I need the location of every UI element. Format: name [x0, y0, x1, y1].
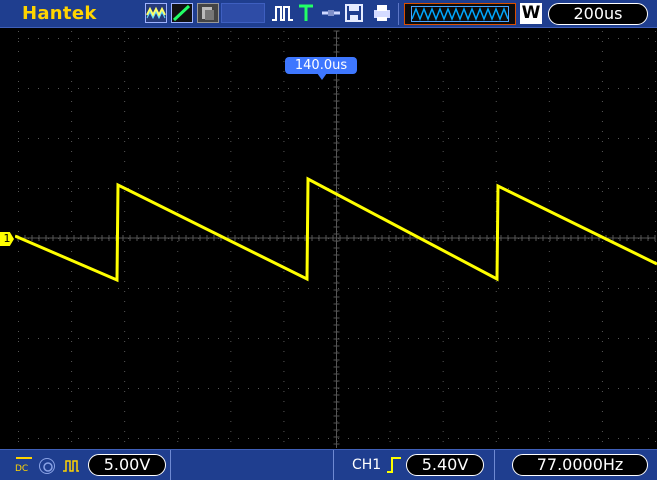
- trigger-position-marker: [317, 73, 327, 80]
- ch1-volts-div[interactable]: 5.00V: [88, 454, 166, 476]
- pulse-icon[interactable]: [270, 3, 294, 23]
- trigger-icon[interactable]: [296, 3, 316, 23]
- trigger-level-readout[interactable]: 5.40V: [406, 454, 484, 476]
- ch1-level-marker: 1: [0, 232, 14, 246]
- ch1-waveform: [15, 176, 657, 283]
- coupling-icon: DC: [15, 454, 33, 474]
- ch1-sawtooth-trace: [15, 176, 657, 283]
- timebase-readout[interactable]: 200us: [548, 3, 648, 25]
- brand-logo: Hantek: [22, 3, 97, 24]
- waveform-display[interactable]: 140.0us: [15, 28, 657, 449]
- pulse-icon[interactable]: [62, 458, 80, 474]
- print-icon[interactable]: [371, 3, 393, 23]
- trigger-position-readout: 140.0us: [285, 57, 357, 74]
- bandwidth-icon[interactable]: [39, 458, 55, 474]
- memory-window: [411, 6, 509, 22]
- frequency-readout: 77.0000Hz: [512, 454, 648, 476]
- coupling-label: DC: [15, 464, 29, 474]
- separator: [398, 3, 399, 25]
- save-icon[interactable]: [344, 3, 364, 23]
- bottom-status-bar: DC 5.00V CH1 5.40V 77.0000Hz: [0, 449, 657, 480]
- rising-edge-icon[interactable]: [386, 456, 402, 474]
- top-status-bar: Hantek W 200us: [0, 0, 657, 28]
- waveform-icon[interactable]: [145, 3, 167, 23]
- display-icon[interactable]: [197, 3, 219, 23]
- trigger-source[interactable]: CH1: [352, 457, 381, 473]
- acquisition-mode[interactable]: W: [520, 3, 542, 24]
- separator: [494, 450, 495, 480]
- oscilloscope-window: Hantek W 200us 140.0us 1 DC 5.00V CH1 5.…: [0, 0, 657, 480]
- memory-depth-icon[interactable]: [404, 3, 516, 25]
- separator: [333, 450, 334, 480]
- link-icon[interactable]: [320, 3, 342, 23]
- slope-icon[interactable]: [171, 3, 193, 23]
- status-indicator: [221, 3, 265, 23]
- separator: [170, 450, 171, 480]
